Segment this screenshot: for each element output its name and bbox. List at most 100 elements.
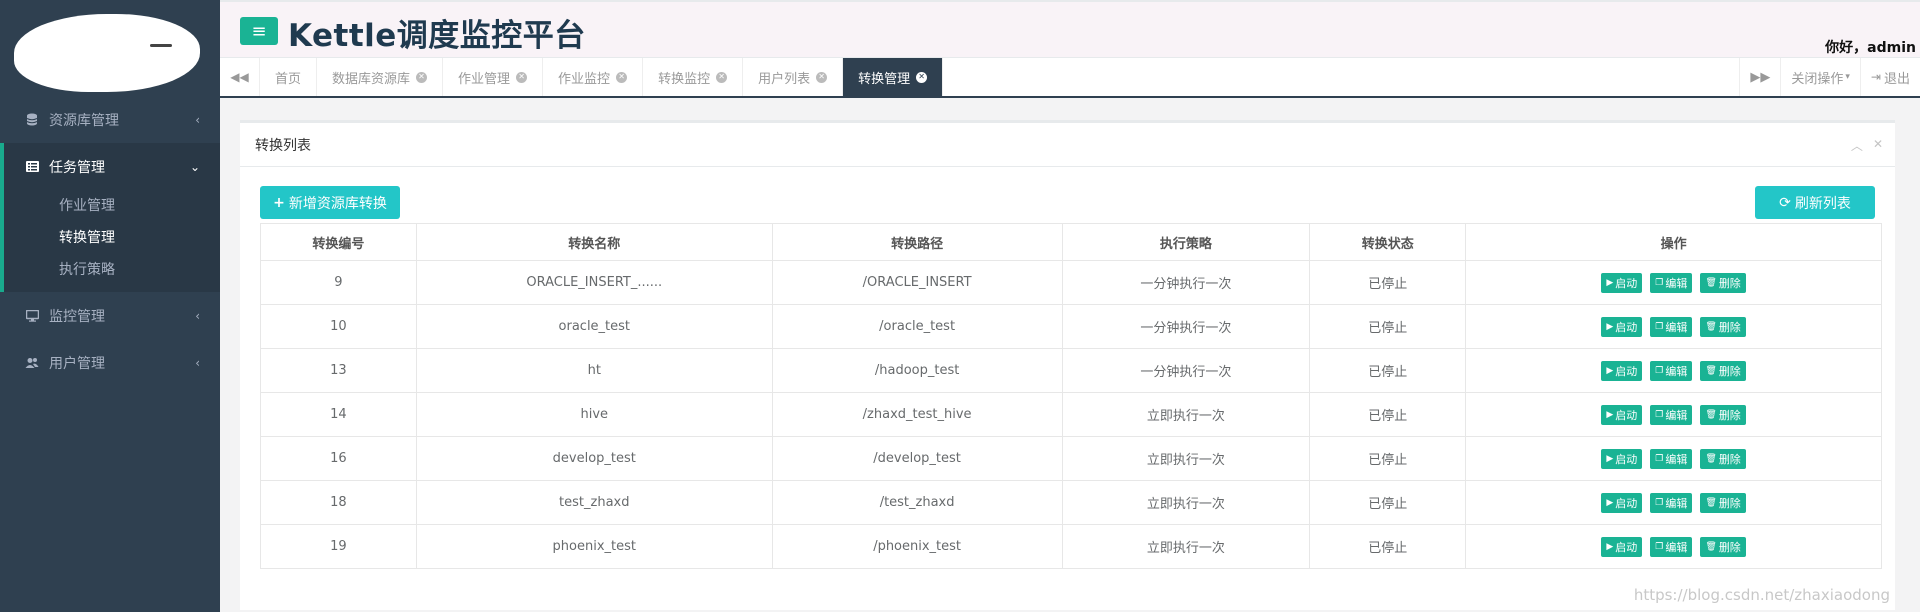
trash-icon: 🗑 — [1705, 409, 1717, 420]
actions-cell: ▶ 启动 ❐ 编辑 🗑 删除 — [1465, 304, 1882, 349]
delete-button[interactable]: 🗑 删除 — [1700, 492, 1746, 513]
actions-cell: ▶ 启动 ❐ 编辑 🗑 删除 — [1465, 392, 1882, 437]
forward-icon: ▶▶ — [1750, 69, 1771, 85]
column-header: 操作 — [1465, 223, 1882, 261]
delete-button[interactable]: 🗑 删除 — [1700, 448, 1746, 469]
sidebar-item-label: 任务管理 — [49, 159, 105, 176]
start-button[interactable]: ▶ 启动 — [1601, 536, 1643, 557]
delete-button[interactable]: 🗑 删除 — [1700, 360, 1746, 381]
chevron-up-icon[interactable]: ︿ — [1851, 137, 1863, 154]
close-icon[interactable]: ✕ — [516, 71, 528, 83]
table-cell: 19 — [260, 524, 417, 569]
table-cell: 已停止 — [1309, 260, 1467, 305]
play-icon: ▶ — [1606, 277, 1614, 288]
tab-label: 作业管理 — [458, 71, 511, 87]
close-icon[interactable]: ✕ — [416, 71, 428, 83]
sidebar-subitem-strategies[interactable]: 执行策略 — [4, 254, 220, 286]
button-label: 删除 — [1718, 540, 1741, 554]
sidebar-item-label: 监控管理 — [49, 308, 105, 325]
close-operations-dropdown[interactable]: 关闭操作 ▾ — [1780, 58, 1860, 96]
start-button[interactable]: ▶ 启动 — [1601, 272, 1643, 293]
tab-label: 转换监控 — [658, 71, 711, 87]
logout-button[interactable]: ⇥ 退出 — [1859, 58, 1920, 96]
play-icon: ▶ — [1606, 409, 1614, 420]
tab-job-management[interactable]: 作业管理 ✕ — [443, 58, 544, 96]
edit-button[interactable]: ❐ 编辑 — [1650, 316, 1693, 337]
close-icon[interactable]: ✕ — [816, 71, 828, 83]
watermark: https://blog.csdn.net/zhaxiaodong — [1633, 586, 1890, 604]
sidebar-subitem-transformations[interactable]: 转换管理 — [4, 222, 220, 254]
sidebar-item-monitor[interactable]: 监控管理 ‹ — [0, 292, 220, 339]
button-label: 删除 — [1718, 276, 1741, 290]
table-cell: 已停止 — [1309, 524, 1467, 569]
start-button[interactable]: ▶ 启动 — [1601, 404, 1643, 425]
copy-icon: ❐ — [1655, 541, 1664, 552]
delete-button[interactable]: 🗑 删除 — [1700, 404, 1746, 425]
edit-button[interactable]: ❐ 编辑 — [1650, 536, 1693, 557]
button-label: 新增资源库转换 — [288, 195, 387, 212]
chevron-down-icon: ⌄ — [189, 159, 200, 174]
edit-button[interactable]: ❐ 编辑 — [1650, 404, 1693, 425]
edit-button[interactable]: ❐ 编辑 — [1650, 360, 1693, 381]
button-label: 编辑 — [1665, 320, 1688, 334]
refresh-icon: ⟳ — [1779, 194, 1791, 211]
tab-trans-management[interactable]: 转换管理 ✕ — [843, 58, 944, 96]
table-cell: test_zhaxd — [415, 480, 773, 525]
table-cell: /phoenix_test — [771, 524, 1063, 569]
sidebar-item-repository[interactable]: 资源库管理 ‹ — [0, 96, 220, 143]
table-cell: 一分钟执行一次 — [1061, 304, 1311, 349]
button-label: 启动 — [1615, 408, 1638, 422]
table-cell: 已停止 — [1309, 392, 1467, 437]
tab-scroll-right-button[interactable]: ▶▶ — [1739, 58, 1780, 96]
delete-button[interactable]: 🗑 删除 — [1700, 316, 1746, 337]
start-button[interactable]: ▶ 启动 — [1601, 492, 1643, 513]
row-actions: ▶ 启动 ❐ 编辑 🗑 删除 — [1601, 536, 1746, 557]
tab-trans-monitor[interactable]: 转换监控 ✕ — [643, 58, 744, 96]
table-row: 9 ORACLE_INSERT_....../ORACLE_INSERT 一分钟执行… — [260, 260, 1882, 305]
table-cell: 一分钟执行一次 — [1061, 260, 1311, 305]
panel-tools: ︿ ✕ — [1851, 137, 1883, 154]
button-label: 删除 — [1718, 452, 1741, 466]
trash-icon: 🗑 — [1705, 321, 1717, 332]
logo-area — [0, 0, 220, 96]
button-label: 删除 — [1718, 364, 1741, 378]
tab-job-monitor[interactable]: 作业监控 ✕ — [543, 58, 644, 96]
tab-user-list[interactable]: 用户列表 ✕ — [743, 58, 844, 96]
delete-button[interactable]: 🗑 删除 — [1700, 272, 1746, 293]
column-header: 转换编号 — [260, 223, 417, 261]
play-icon: ▶ — [1606, 453, 1614, 464]
edit-button[interactable]: ❐ 编辑 — [1650, 448, 1693, 469]
trash-icon: 🗑 — [1705, 453, 1717, 464]
button-label: 删除 — [1718, 496, 1741, 510]
table-cell: 9 — [260, 260, 417, 305]
delete-button[interactable]: 🗑 删除 — [1700, 536, 1746, 557]
refresh-list-button[interactable]: ⟳ 刷新列表 — [1755, 186, 1875, 219]
play-icon: ▶ — [1606, 497, 1614, 508]
table-cell: 立即执行一次 — [1061, 392, 1311, 437]
table-cell: ORACLE_INSERT_...... — [415, 260, 773, 305]
close-icon[interactable]: ✕ — [716, 71, 728, 83]
add-transformation-button[interactable]: + 新增资源库转换 — [260, 186, 400, 219]
edit-button[interactable]: ❐ 编辑 — [1650, 492, 1693, 513]
edit-button[interactable]: ❐ 编辑 — [1650, 272, 1693, 293]
logout-label: 退出 — [1883, 71, 1910, 87]
start-button[interactable]: ▶ 启动 — [1601, 448, 1643, 469]
close-icon[interactable]: ✕ — [916, 71, 928, 83]
sidebar-item-users[interactable]: 用户管理 ‹ — [0, 339, 220, 386]
close-icon[interactable]: ✕ — [616, 71, 628, 83]
start-button[interactable]: ▶ 启动 — [1601, 360, 1643, 381]
tab-scroll-left-button[interactable]: ◀◀ — [220, 58, 260, 96]
button-label: 删除 — [1718, 320, 1741, 334]
table-cell: 立即执行一次 — [1061, 436, 1311, 481]
tab-home[interactable]: 首页 — [260, 58, 318, 96]
actions-cell: ▶ 启动 ❐ 编辑 🗑 删除 — [1465, 480, 1882, 525]
sidebar-subitem-jobs[interactable]: 作业管理 — [4, 190, 220, 222]
button-label: 启动 — [1615, 452, 1638, 466]
menu-toggle-button[interactable]: ≡ — [240, 17, 278, 45]
column-header: 转换状态 — [1309, 223, 1467, 261]
sidebar-item-tasks[interactable]: 任务管理 ⌄ — [4, 143, 220, 190]
close-icon[interactable]: ✕ — [1873, 137, 1883, 154]
tab-db-repository[interactable]: 数据库资源库 ✕ — [317, 58, 444, 96]
tab-label: 用户列表 — [758, 71, 811, 87]
start-button[interactable]: ▶ 启动 — [1601, 316, 1643, 337]
